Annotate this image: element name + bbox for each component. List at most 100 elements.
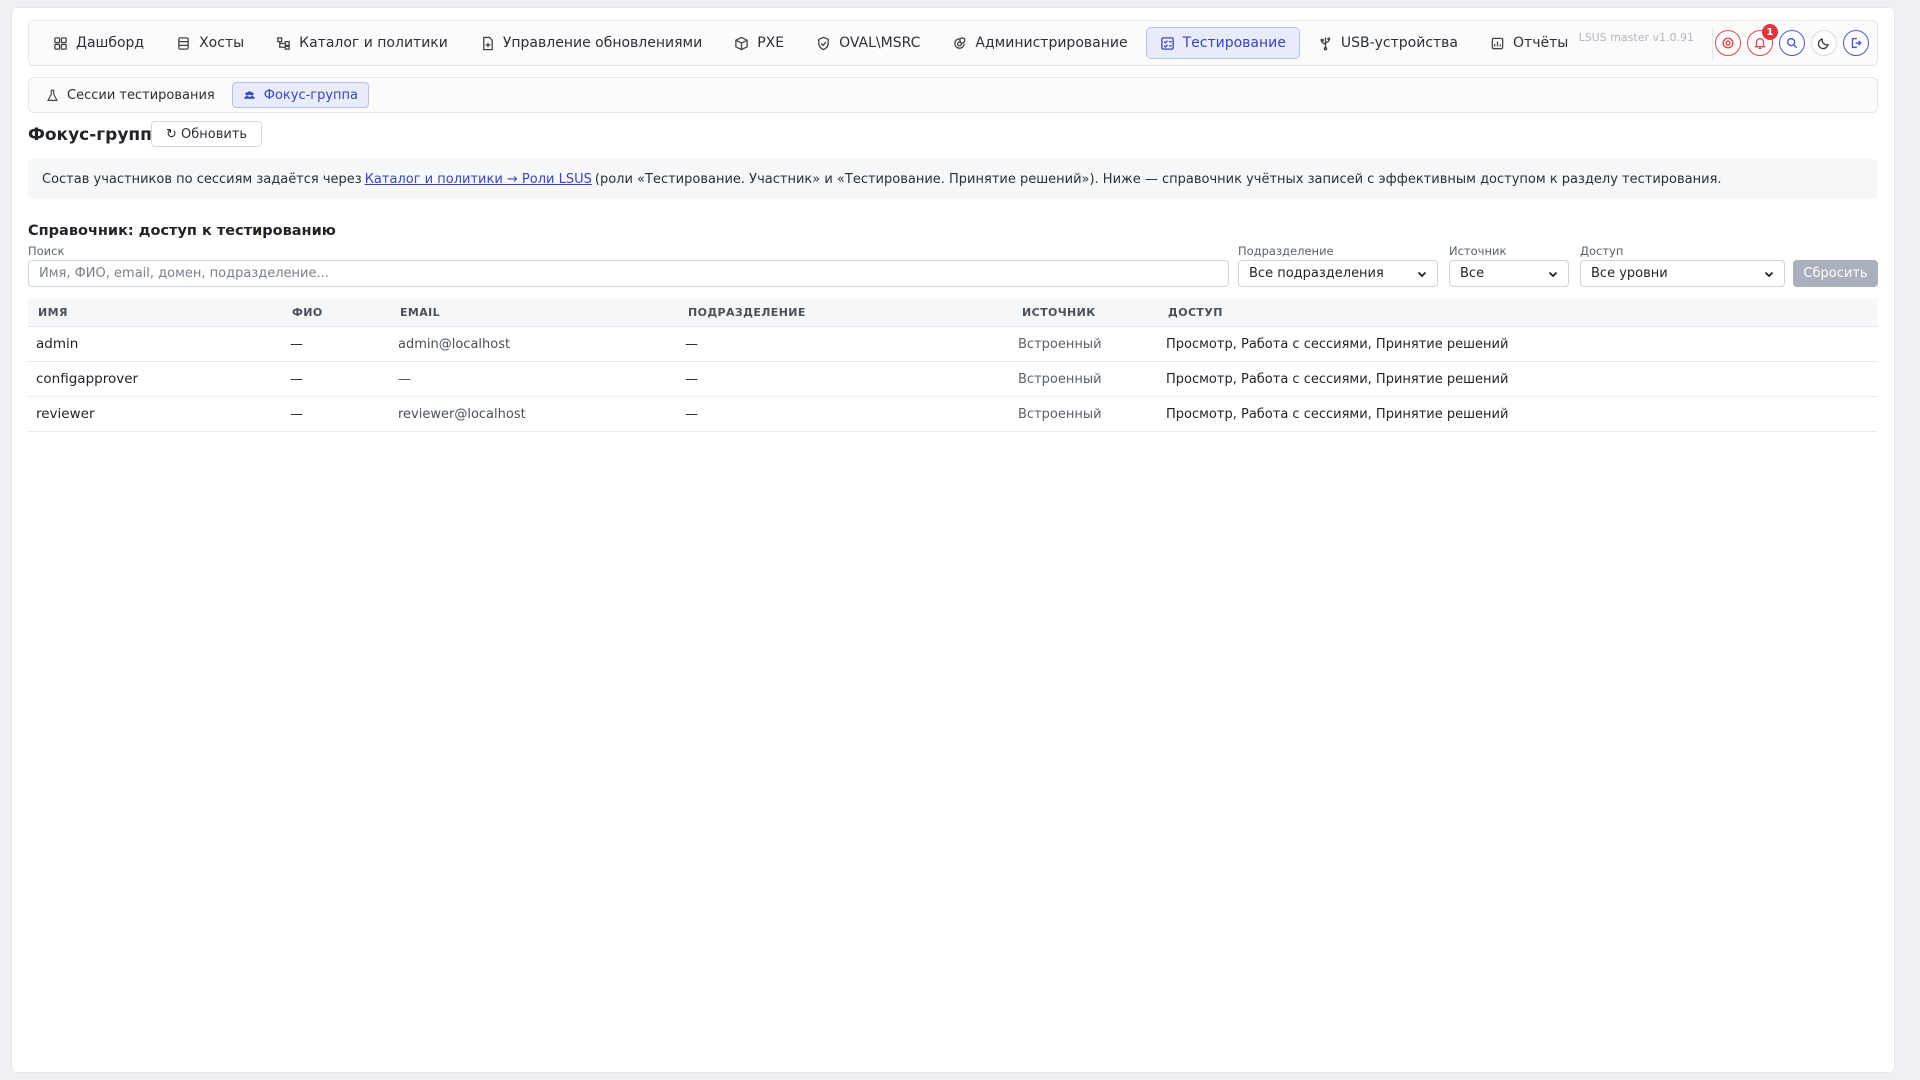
table-row[interactable]: admin — admin@localhost — Встроенный Про…	[28, 327, 1878, 362]
app-window: Дашборд Хосты Каталог и политики Управле…	[12, 8, 1894, 1072]
nav-item-catalog[interactable]: Каталог и политики	[262, 27, 462, 59]
info-prefix: Состав участников по сессиям задаётся че…	[42, 171, 362, 187]
source-label: Источник	[1449, 244, 1507, 258]
nav-label: PXE	[757, 35, 785, 51]
access-table: ИМЯ ФИО EMAIL ПОДРАЗДЕЛЕНИЕ ИСТОЧНИК ДОС…	[28, 298, 1878, 432]
nav-icon-group: 1	[1715, 24, 1869, 56]
header-fio[interactable]: ФИО	[292, 306, 323, 319]
cell-fio: —	[290, 371, 303, 387]
hierarchy-icon	[277, 36, 290, 50]
tab-focus-group[interactable]: Фокус-группа	[231, 82, 370, 108]
users-icon	[243, 90, 255, 99]
nav-label: OVAL\MSRC	[839, 35, 921, 51]
app-version: LSUS master v1.0.91	[1578, 31, 1694, 44]
lifebuoy-icon	[1722, 37, 1734, 49]
header-dept[interactable]: ПОДРАЗДЕЛЕНИЕ	[688, 306, 806, 319]
sub-nav: Сессии тестирования Фокус-группа	[28, 77, 1878, 113]
cell-source: Встроенный	[1018, 406, 1102, 422]
cell-email: —	[398, 371, 411, 387]
notifications-badge: 1	[1762, 24, 1778, 40]
cell-access: Просмотр, Работа с сессиями, Принятие ре…	[1166, 406, 1509, 422]
info-suffix: (роли «Тестирование. Участник» и «Тестир…	[594, 171, 1722, 187]
nav-item-usb[interactable]: USB-устройства	[1304, 27, 1472, 59]
cell-fio: —	[290, 406, 303, 422]
cell-source: Встроенный	[1018, 336, 1102, 352]
cell-email: reviewer@localhost	[398, 406, 526, 422]
table-header: ИМЯ ФИО EMAIL ПОДРАЗДЕЛЕНИЕ ИСТОЧНИК ДОС…	[28, 298, 1878, 327]
search-icon	[1786, 37, 1798, 49]
nav-item-dashboard[interactable]: Дашборд	[39, 27, 158, 59]
theme-toggle-button[interactable]	[1811, 30, 1837, 56]
report-icon	[1491, 37, 1504, 49]
access-select-value: Все уровни	[1591, 266, 1668, 281]
logout-icon	[1851, 37, 1862, 49]
source-select-value: Все	[1460, 266, 1485, 281]
header-source[interactable]: ИСТОЧНИК	[1022, 306, 1096, 319]
refresh-button[interactable]: ↻ Обновить	[151, 121, 263, 147]
cell-dept: —	[685, 406, 698, 422]
tab-label: Фокус-группа	[263, 87, 359, 103]
shield-check-icon	[818, 36, 829, 50]
search-input[interactable]	[28, 260, 1229, 287]
dashboard-icon	[54, 36, 67, 50]
tab-label: Сессии тестирования	[67, 87, 215, 103]
nav-item-admin[interactable]: Администрирование	[938, 27, 1141, 59]
nav-label: Хосты	[199, 35, 245, 51]
reset-button[interactable]: Сбросить	[1793, 260, 1878, 287]
cell-dept: —	[685, 336, 698, 352]
header-access[interactable]: ДОСТУП	[1168, 306, 1223, 319]
cell-access: Просмотр, Работа с сессиями, Принятие ре…	[1166, 371, 1509, 387]
search-label: Поиск	[28, 244, 65, 258]
usb-icon	[1320, 36, 1331, 50]
nav-label: Дашборд	[76, 35, 145, 51]
dept-select-value: Все подразделения	[1249, 266, 1384, 281]
flask-icon	[47, 89, 58, 101]
nav-label: Тестирование	[1182, 35, 1286, 51]
nav-label: Каталог и политики	[299, 35, 448, 51]
cell-name: configapprover	[36, 371, 139, 387]
cell-fio: —	[290, 336, 303, 352]
section-title: Справочник: доступ к тестированию	[28, 223, 336, 239]
nav-item-testing[interactable]: Тестирование	[1145, 27, 1300, 59]
nav-label: Отчёты	[1513, 35, 1569, 51]
search-button[interactable]	[1779, 30, 1805, 56]
chevron-down-icon	[1548, 271, 1558, 277]
server-icon	[178, 36, 189, 50]
nav-item-updates[interactable]: Управление обновлениями	[466, 27, 716, 59]
file-plus-icon	[482, 36, 493, 50]
nav-item-reports[interactable]: Отчёты	[1476, 27, 1582, 59]
nav-item-oval[interactable]: OVAL\MSRC	[802, 27, 934, 59]
chevron-down-icon	[1764, 271, 1774, 277]
cell-email: admin@localhost	[398, 336, 511, 352]
nav-item-pxe[interactable]: PXE	[720, 27, 798, 59]
support-button[interactable]	[1715, 30, 1741, 56]
cell-source: Встроенный	[1018, 371, 1102, 387]
nav-divider	[1712, 29, 1713, 59]
top-nav: Дашборд Хосты Каталог и политики Управле…	[28, 20, 1878, 66]
dept-select[interactable]: Все подразделения	[1238, 260, 1438, 287]
header-name[interactable]: ИМЯ	[38, 306, 68, 319]
source-select[interactable]: Все	[1449, 260, 1569, 287]
gear-shield-icon	[954, 36, 966, 49]
logout-button[interactable]	[1843, 30, 1869, 56]
table-row[interactable]: configapprover — — — Встроенный Просмотр…	[28, 362, 1878, 397]
checklist-icon	[1160, 36, 1174, 50]
moon-icon	[1817, 38, 1829, 50]
roles-link[interactable]: Каталог и политики → Роли LSUS	[365, 172, 592, 187]
table-row[interactable]: reviewer — reviewer@localhost — Встроенн…	[28, 397, 1878, 432]
cube-icon	[735, 36, 748, 50]
tab-testing-sessions[interactable]: Сессии тестирования	[35, 82, 226, 108]
nav-item-hosts[interactable]: Хосты	[162, 27, 258, 59]
cell-name: reviewer	[36, 406, 95, 422]
cell-dept: —	[685, 371, 698, 387]
chevron-down-icon	[1417, 271, 1427, 277]
access-label: Доступ	[1580, 244, 1624, 258]
info-box: Состав участников по сессиям задаётся че…	[28, 159, 1878, 199]
nav-label: Управление обновлениями	[502, 35, 703, 51]
nav-label: Администрирование	[975, 35, 1128, 51]
access-select[interactable]: Все уровни	[1580, 260, 1785, 287]
page-title: Фокус-группа	[28, 125, 164, 145]
header-email[interactable]: EMAIL	[400, 306, 440, 319]
notifications-button[interactable]: 1	[1747, 24, 1778, 56]
dept-label: Подразделение	[1238, 244, 1334, 258]
